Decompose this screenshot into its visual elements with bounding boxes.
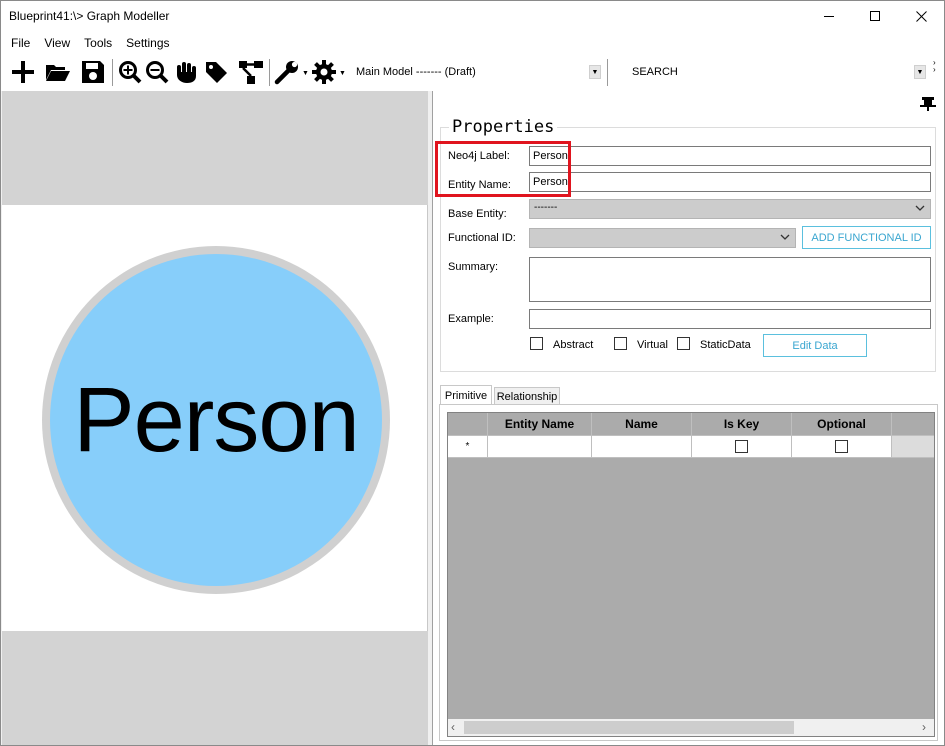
functional-id-label: Functional ID: [448,232,516,244]
scroll-right-icon[interactable]: › [922,720,926,734]
gear-icon [312,60,336,84]
scrollbar-thumb[interactable] [464,721,794,734]
column-header-extra[interactable] [892,413,934,436]
window-title: Blueprint41:\> Graph Modeller [9,9,170,23]
toolbar-overflow-icon[interactable]: › › [933,59,936,74]
model-select-value: Main Model ------- (Draft) [356,66,476,78]
cell-optional[interactable] [792,436,892,458]
summary-label: Summary: [448,261,499,273]
minimize-icon [823,16,834,17]
grid-corner-cell [448,413,488,436]
settings-button[interactable] [311,59,337,85]
virtual-checkbox[interactable] [614,337,627,350]
scroll-left-icon[interactable]: ‹ [451,720,455,734]
base-entity-label: Base Entity: [448,208,507,220]
close-icon [915,11,927,22]
abstract-checkbox[interactable] [530,337,543,350]
menu-view[interactable]: View [37,32,77,54]
pin-button[interactable] [920,95,936,114]
canvas-top-band [2,91,428,205]
functional-id-select[interactable] [529,228,796,248]
primitive-tab-panel: Entity Name Name Is Key Optional * ‹ › [439,404,938,741]
menu-file[interactable]: File [4,32,37,54]
column-header-name[interactable]: Name [592,413,692,436]
add-icon [12,61,34,83]
cell-is-key[interactable] [692,436,792,458]
toolbar-separator [112,59,113,86]
save-icon [82,61,104,83]
search-combo-arrow[interactable]: ▼ [914,65,926,79]
base-entity-value: ------- [534,202,558,213]
zoom-out-icon [146,61,169,84]
tag-button[interactable] [203,59,229,85]
toolbar-separator [607,59,608,86]
abstract-label: Abstract [553,339,594,351]
menu-tools[interactable]: Tools [77,32,119,54]
column-header-optional[interactable]: Optional [792,413,892,436]
toolbar-separator [269,59,270,86]
app-window: Blueprint41:\> Graph Modeller File View … [0,0,945,746]
base-entity-select[interactable]: ------- [529,199,931,219]
entity-node-label: Person [73,369,359,471]
column-header-is-key[interactable]: Is Key [692,413,792,436]
grid-horizontal-scrollbar[interactable]: ‹ › [448,719,934,736]
tools-button[interactable] [274,59,300,85]
virtual-label: Virtual [637,339,668,351]
canvas-bottom-band [2,631,428,745]
edit-data-button[interactable]: Edit Data [763,334,867,357]
open-folder-icon [46,65,70,81]
summary-field[interactable] [529,257,931,302]
primitive-grid[interactable]: Entity Name Name Is Key Optional * ‹ › [447,412,935,737]
minimize-button[interactable] [806,1,852,32]
properties-title: Properties [449,117,558,137]
neo4j-label-field[interactable]: Person [529,146,931,166]
pin-icon [920,97,936,111]
zoom-in-button[interactable] [117,59,143,85]
tab-primitive[interactable]: Primitive [440,385,492,406]
title-bar: Blueprint41:\> Graph Modeller [1,1,944,32]
toolbar: ▼ ▼ Main Model ------- (Draft) ▼ SEARCH … [1,54,944,91]
column-header-entity-name[interactable]: Entity Name [488,413,592,436]
tab-relationship[interactable]: Relationship [494,387,560,405]
entity-name-field[interactable]: Person [529,172,931,192]
menu-bar: File View Tools Settings [1,32,944,54]
optional-checkbox[interactable] [835,440,848,453]
staticdata-label: StaticData [700,339,751,351]
zoom-out-button[interactable] [144,59,170,85]
graph-canvas[interactable]: Person [2,91,428,745]
cell-name[interactable] [592,436,692,458]
chevron-down-icon [915,205,925,211]
model-select-arrow[interactable]: ▼ [589,65,601,79]
cell-extra[interactable] [892,436,934,458]
search-combo[interactable]: SEARCH ▼ [623,62,929,82]
search-combo-value: SEARCH [632,66,678,78]
save-button[interactable] [80,59,106,85]
zoom-in-icon [119,61,142,84]
model-select[interactable]: Main Model ------- (Draft) ▼ [349,62,603,82]
add-button[interactable] [10,59,36,85]
highlight-box [435,141,571,197]
close-button[interactable] [898,1,944,32]
hierarchy-icon [239,61,263,84]
hierarchy-button[interactable] [238,59,264,85]
staticdata-checkbox[interactable] [677,337,690,350]
chevron-down-icon [780,234,790,240]
tag-icon [206,62,227,83]
entity-node[interactable]: Person [50,254,382,586]
wrench-icon [274,61,298,85]
pan-button[interactable] [173,59,199,85]
row-header-new: * [448,436,488,458]
maximize-icon [869,11,880,21]
tools-dropdown-caret[interactable]: ▼ [302,70,309,77]
example-label: Example: [448,313,494,325]
add-functional-id-button[interactable]: ADD FUNCTIONAL ID [802,226,931,249]
cell-entity-name[interactable] [488,436,592,458]
maximize-button[interactable] [852,1,898,32]
example-field[interactable] [529,309,931,329]
settings-dropdown-caret[interactable]: ▼ [339,70,346,77]
is-key-checkbox[interactable] [735,440,748,453]
pan-hand-icon [177,62,196,83]
menu-settings[interactable]: Settings [119,32,176,54]
open-button[interactable] [45,59,71,85]
